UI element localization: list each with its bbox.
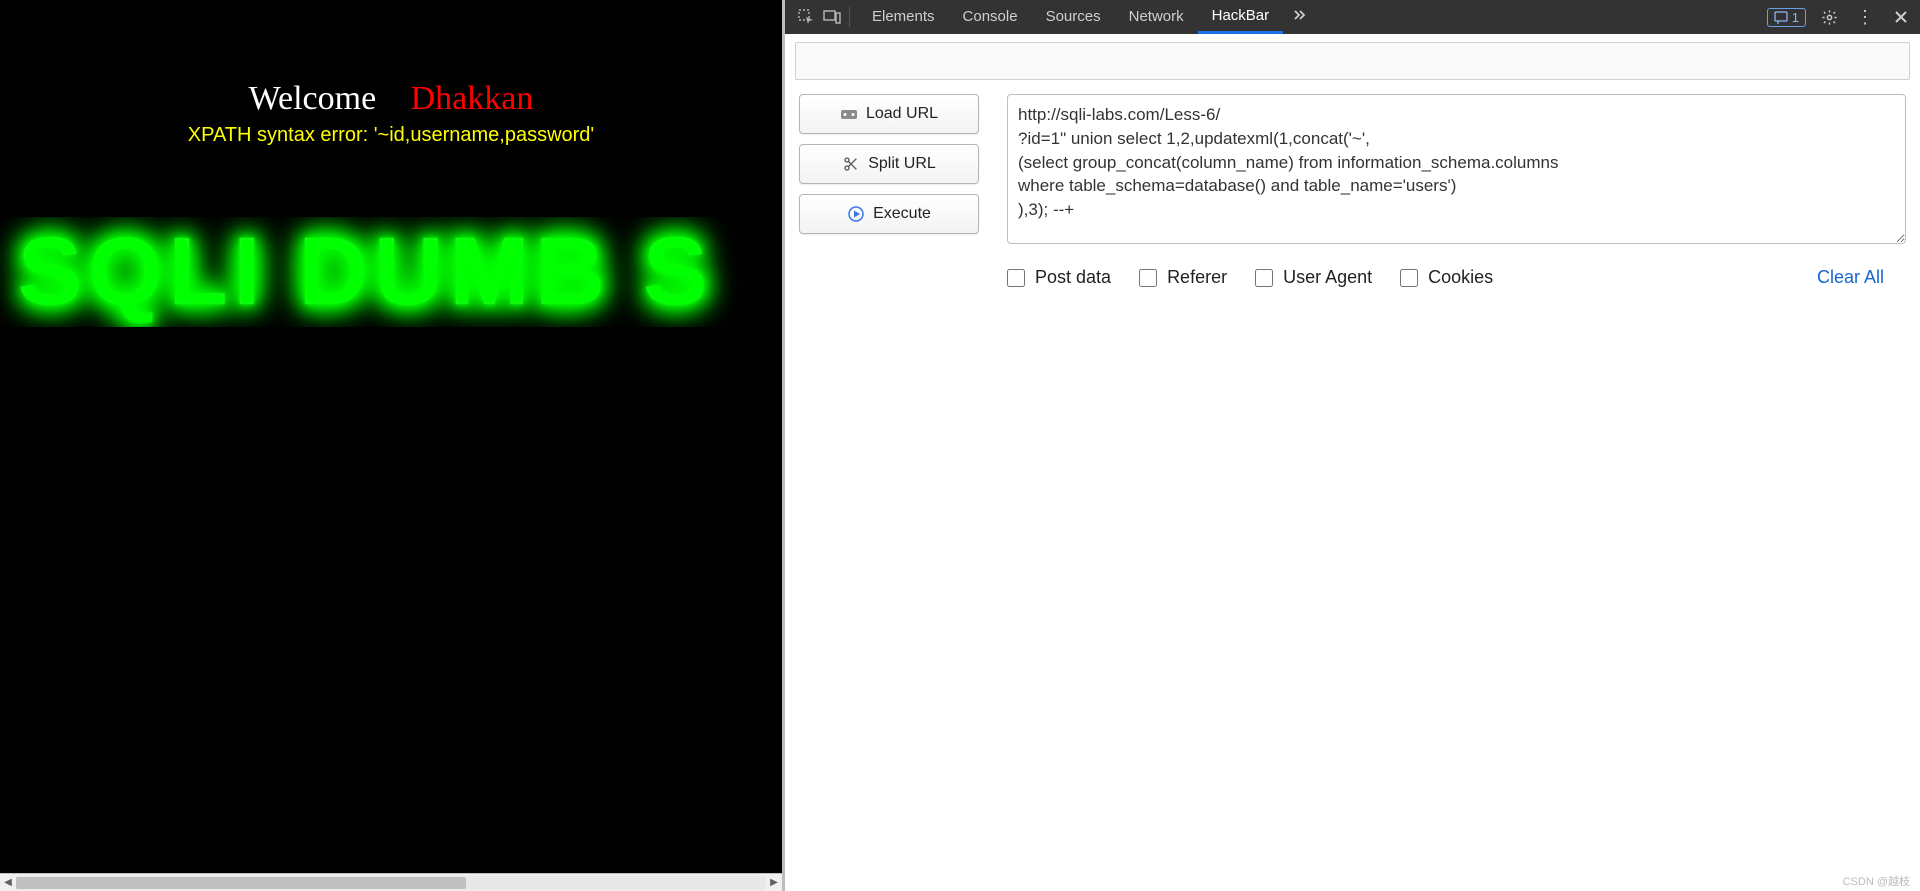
scroll-left-arrow-icon[interactable]: ◀ — [0, 877, 16, 888]
referer-checkbox-input[interactable] — [1139, 269, 1157, 287]
execute-label: Execute — [873, 205, 931, 223]
load-url-icon — [840, 105, 858, 123]
tab-separator — [849, 7, 850, 27]
tabs-overflow-icon[interactable] — [1283, 7, 1315, 27]
welcome-row: Welcome Dhakkan — [0, 80, 782, 118]
inspect-element-icon[interactable] — [793, 4, 819, 30]
webpage-viewport: Welcome Dhakkan XPATH syntax error: '~id… — [0, 0, 782, 891]
scroll-thumb[interactable] — [16, 877, 466, 889]
watermark-text: CSDN @越枝 — [1843, 873, 1910, 889]
post-data-checkbox-input[interactable] — [1007, 269, 1025, 287]
split-url-button[interactable]: Split URL — [799, 144, 979, 184]
devtools-panel: Elements Console Sources Network HackBar… — [782, 0, 1920, 891]
post-data-checkbox[interactable]: Post data — [1007, 267, 1111, 288]
cookies-checkbox-input[interactable] — [1400, 269, 1418, 287]
clear-all-link[interactable]: Clear All — [1817, 267, 1902, 288]
referer-label: Referer — [1167, 267, 1227, 288]
load-url-label: Load URL — [866, 105, 938, 123]
referer-checkbox[interactable]: Referer — [1139, 267, 1227, 288]
execute-button[interactable]: Execute — [799, 194, 979, 234]
settings-gear-icon[interactable] — [1816, 4, 1842, 30]
hackbar-button-column: Load URL Split URL Execute — [799, 94, 979, 234]
webpage-body: Welcome Dhakkan XPATH syntax error: '~id… — [0, 0, 782, 873]
split-url-label: Split URL — [868, 155, 936, 173]
user-agent-checkbox-input[interactable] — [1255, 269, 1273, 287]
sqli-banner: SQLI DUMB S — [18, 218, 713, 325]
tab-console[interactable]: Console — [949, 0, 1032, 34]
issues-count: 1 — [1792, 10, 1799, 25]
cookies-checkbox[interactable]: Cookies — [1400, 267, 1493, 288]
banner-wrap: SQLI DUMB S — [0, 217, 782, 327]
post-data-label: Post data — [1035, 267, 1111, 288]
user-agent-label: User Agent — [1283, 267, 1372, 288]
page-horizontal-scrollbar[interactable]: ◀ ▶ — [0, 873, 782, 891]
xpath-error-text: XPATH syntax error: '~id,username,passwo… — [0, 124, 782, 147]
user-agent-checkbox[interactable]: User Agent — [1255, 267, 1372, 288]
devtools-tabstrip: Elements Console Sources Network HackBar… — [785, 0, 1920, 34]
page-username: Dhakkan — [411, 80, 534, 117]
hackbar-main: Load URL Split URL Execute — [785, 80, 1920, 249]
scissors-icon — [842, 155, 860, 173]
hackbar-options-row: Post data Referer User Agent Cookies Cle… — [785, 249, 1920, 288]
kebab-menu-icon[interactable]: ⋮ — [1852, 4, 1878, 30]
scroll-track[interactable] — [16, 876, 766, 890]
url-payload-textarea[interactable] — [1007, 94, 1906, 244]
load-url-button[interactable]: Load URL — [799, 94, 979, 134]
tab-sources[interactable]: Sources — [1032, 0, 1115, 34]
play-icon — [847, 205, 865, 223]
hackbar-toolbar-row — [795, 42, 1910, 80]
close-devtools-icon[interactable] — [1888, 4, 1914, 30]
cookies-label: Cookies — [1428, 267, 1493, 288]
scroll-right-arrow-icon[interactable]: ▶ — [766, 877, 782, 888]
issues-badge[interactable]: 1 — [1767, 8, 1806, 27]
device-toolbar-icon[interactable] — [819, 4, 845, 30]
tab-elements[interactable]: Elements — [858, 0, 949, 34]
tab-network[interactable]: Network — [1115, 0, 1198, 34]
hackbar-input-wrap — [1007, 94, 1906, 249]
welcome-label: Welcome — [249, 80, 377, 117]
tab-hackbar[interactable]: HackBar — [1198, 0, 1284, 34]
